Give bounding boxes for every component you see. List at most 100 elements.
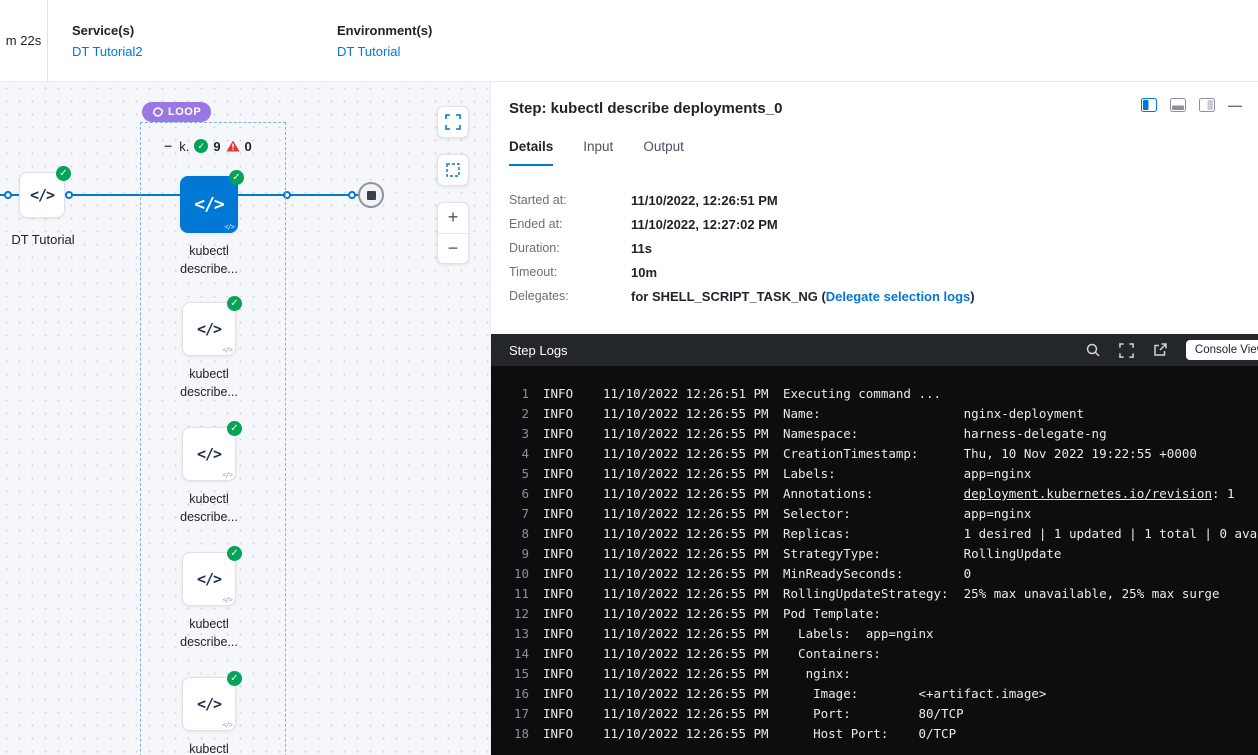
log-line-number: 14 [503,644,529,664]
pipeline-graph-canvas[interactable]: </> ✓ DT Tutorial LOOP − k. ✓ 9 0 </></>… [0,82,490,755]
expand-logs-icon[interactable] [1119,343,1134,358]
log-message: Replicas: 1 desired | 1 updated | 1 tota… [783,524,1258,544]
log-message: Executing command ... [783,384,941,404]
pipeline-end-node[interactable] [358,182,384,208]
log-level: INFO [543,624,595,644]
success-check-icon: ✓ [227,296,242,311]
search-logs-icon[interactable] [1086,343,1100,357]
tab-output[interactable]: Output [643,139,684,166]
log-line-number: 18 [503,724,529,744]
log-timestamp: 11/10/2022 12:26:51 PM [603,384,775,404]
log-line-number: 7 [503,504,529,524]
log-line-number: 2 [503,404,529,424]
log-timestamp: 11/10/2022 12:26:55 PM [603,524,775,544]
step-label: kubectl describe... [169,242,249,278]
log-line: 16INFO11/10/2022 12:26:55 PM Image: <+ar… [503,684,1258,704]
code-icon: </> [197,445,221,463]
field-value: 11/10/2022, 12:26:51 PM [631,193,778,208]
log-timestamp: 11/10/2022 12:26:55 PM [603,684,775,704]
log-lines[interactable]: 1INFO11/10/2022 12:26:51 PMExecuting com… [491,366,1258,755]
log-line-number: 17 [503,704,529,724]
pipeline-execution-view: m 22s Service(s) DT Tutorial2 Environmen… [0,0,1258,755]
step-node-3[interactable]: </></>✓kubectl describe... [182,552,236,651]
log-level: INFO [543,504,595,524]
step-type-icon: </> [224,223,234,231]
log-level: INFO [543,384,595,404]
log-message: MinReadySeconds: 0 [783,564,971,584]
log-message: Selector: app=nginx [783,504,1031,524]
log-line: 7 INFO 11/10/2022 12:26:55 PM Selector: app… [503,504,1258,524]
log-line-number: 11 [503,584,529,604]
step-node-1[interactable]: </></>✓kubectl describe... [182,302,236,401]
log-line: 6INFO11/10/2022 12:26:55 PMAnnotations: … [503,484,1258,504]
log-line: 2INFO11/10/2022 12:26:55 PMName: nginx-d… [503,404,1258,424]
log-message: Annotations: deployment.kubernetes.io/re… [783,484,1235,504]
code-icon: </> [197,695,221,713]
step-box[interactable]: </></>✓ [182,677,236,731]
step-box[interactable]: </></>✓ [182,552,236,606]
step-node-2[interactable]: </></>✓kubectl describe... [182,427,236,526]
log-timestamp: 11/10/2022 12:26:55 PM [603,584,775,604]
code-icon: </> [197,320,221,338]
log-timestamp: 11/10/2022 12:26:55 PM [603,464,775,484]
log-line: 10INFO11/10/2022 12:26:55 PMMinReadySeco… [503,564,1258,584]
failed-count: 0 [245,139,252,154]
split-view-bottom-icon[interactable] [1170,98,1186,112]
collapse-icon[interactable]: − [164,138,172,154]
log-timestamp: 11/10/2022 12:26:55 PM [603,544,775,564]
step-details-panel: Step: kubectl describe deployments_0 — D… [490,82,1258,755]
loop-badge[interactable]: LOOP [142,102,211,122]
log-level: INFO [543,424,595,444]
console-view-button[interactable]: Console View [1186,340,1258,360]
dashed-square-icon [445,162,461,178]
split-view-right-icon[interactable] [1199,98,1215,112]
log-link[interactable]: deployment.kubernetes.io/revision [964,486,1212,501]
log-line-number: 15 [503,664,529,684]
service-link[interactable]: DT Tutorial2 [72,44,337,59]
log-message: StrategyType: RollingUpdate [783,544,1061,564]
detail-row-timeout: Timeout: 10m [509,260,1240,284]
success-check-icon: ✓ [229,170,244,185]
success-check-icon: ✓ [227,546,242,561]
step-label: kubectl describe... [169,490,249,526]
stage-node-dt-tutorial[interactable]: </> ✓ [19,172,65,218]
step-box[interactable]: </></>✓ [182,427,236,481]
log-message: Host Port: 0/TCP [783,724,956,744]
log-timestamp: 11/10/2022 12:26:55 PM [603,704,775,724]
success-check-icon: ✓ [56,166,71,181]
tab-details[interactable]: Details [509,139,553,166]
step-detail-fields: Started at: 11/10/2022, 12:26:51 PM Ende… [491,166,1258,334]
log-level: INFO [543,704,595,724]
log-message: Image: <+artifact.image> [783,684,1046,704]
step-logs-section: Step Logs Console View 1IN [491,334,1258,755]
log-level: INFO [543,544,595,564]
connector-dot [65,191,73,199]
tab-input[interactable]: Input [583,139,613,166]
environment-link[interactable]: DT Tutorial [337,44,432,59]
matrix-header[interactable]: − k. ✓ 9 0 [164,138,252,154]
minimize-panel-icon[interactable]: — [1228,98,1242,112]
step-box[interactable]: </></>✓ [182,302,236,356]
log-level: INFO [543,664,595,684]
log-level: INFO [543,644,595,664]
log-line: 9INFO11/10/2022 12:26:55 PMStrategyType:… [503,544,1258,564]
log-line: 11INFO11/10/2022 12:26:55 PMRollingUpdat… [503,584,1258,604]
zoom-to-selection-button[interactable] [437,154,469,186]
open-in-new-icon[interactable] [1153,343,1167,357]
zoom-out-button[interactable]: − [438,234,468,264]
log-level: INFO [543,404,595,424]
log-timestamp: 11/10/2022 12:26:55 PM [603,564,775,584]
delegate-selection-logs-link[interactable]: Delegate selection logs [826,289,971,304]
fit-to-screen-button[interactable] [437,106,469,138]
step-box[interactable]: </></>✓ [180,176,238,233]
log-message: RollingUpdateStrategy: 25% max unavailab… [783,584,1220,604]
step-node-4[interactable]: </></>✓kubectl describe... [182,677,236,755]
step-node-0[interactable]: </></>✓kubectl describe... [180,176,238,278]
step-type-icon: </> [222,721,232,729]
log-timestamp: 11/10/2022 12:26:55 PM [603,504,775,524]
panel-header: Step: kubectl describe deployments_0 — [491,82,1258,128]
zoom-in-button[interactable]: + [438,203,468,234]
fullscreen-icon [445,114,461,130]
split-view-left-icon[interactable] [1141,98,1157,112]
step-logs-header: Step Logs Console View [491,334,1258,366]
